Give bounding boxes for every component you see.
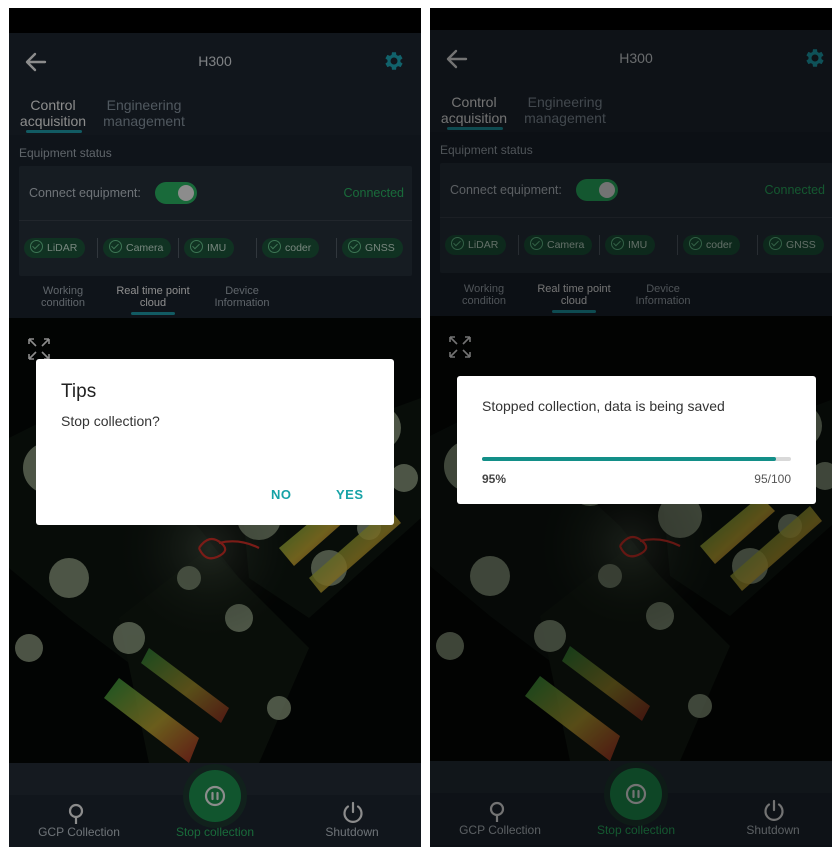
yes-button[interactable]: YES <box>336 487 364 502</box>
progress-bar <box>482 457 791 461</box>
screen-right-saving: H300 Control acquisition Engineering man… <box>430 8 832 847</box>
screen-left-confirm: H300 Control acquisition Engineering man… <box>9 8 421 847</box>
no-button[interactable]: NO <box>271 487 292 502</box>
dialog-title: Tips <box>61 381 97 402</box>
progress-percent: 95% <box>482 472 507 486</box>
saving-progress-dialog: Stopped collection, data is being saved … <box>457 376 816 504</box>
progress-count: 95/100 <box>754 472 791 486</box>
progress-bar-fill <box>482 457 776 461</box>
stop-collection-dialog: Tips Stop collection? NO YES <box>36 359 394 525</box>
progress-message: Stopped collection, data is being saved <box>482 398 725 414</box>
dialog-message: Stop collection? <box>61 413 160 429</box>
